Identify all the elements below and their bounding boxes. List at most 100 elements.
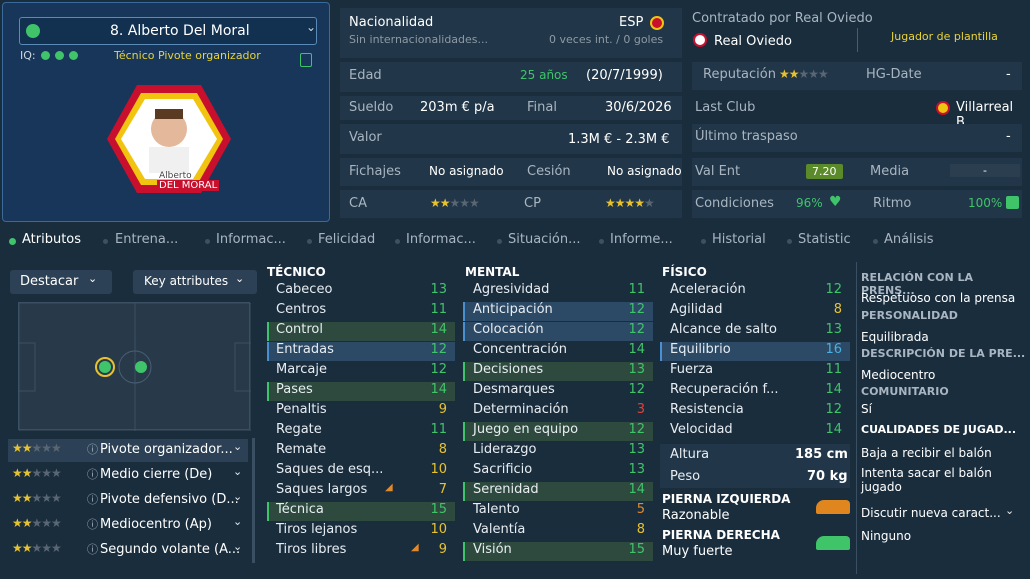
technical-header: TÉCNICO: [267, 265, 326, 279]
age-value: 25 años: [520, 68, 568, 82]
iq-dot-icon: [55, 51, 64, 60]
attr-name: Fuerza: [670, 362, 714, 377]
ca-stars-icon: ★★★★★: [430, 196, 480, 210]
attr-name: Decisiones: [473, 362, 544, 377]
info-icon[interactable]: ⓘ: [87, 491, 98, 507]
role-name: Mediocentro (Ap): [100, 517, 212, 532]
attr-name: Recuperación f...: [670, 382, 779, 397]
condition-label: Condiciones: [695, 196, 774, 211]
highlight-dropdown[interactable]: Destacar ⌄: [10, 270, 112, 294]
right-foot-label: PIERNA DERECHA: [662, 528, 780, 542]
role-item-selected[interactable]: ★★★★★ ⓘ Pivote organizador... ⌄: [8, 439, 248, 462]
physical-header: FÍSICO: [662, 265, 707, 279]
last-transfer-value: -: [1006, 129, 1011, 144]
personality-value: Equilibrada: [861, 330, 929, 344]
tab-entrenamiento[interactable]: Entrena...: [115, 232, 178, 247]
role-item[interactable]: ★★★★★ ⓘ Mediocentro (Ap) ⌄: [8, 514, 248, 537]
tab-situacion[interactable]: Situación...: [508, 232, 581, 247]
attr-name: Visión: [473, 542, 512, 557]
discuss-traits-dropdown[interactable]: Discutir nueva caract... ⌄: [858, 504, 1024, 524]
info-icon[interactable]: ⓘ: [87, 441, 98, 457]
attr-value: 16: [825, 342, 842, 357]
left-foot-label: PIERNA IZQUIERDA: [662, 492, 791, 506]
attr-value: 3: [636, 402, 645, 417]
attr-name: Saques largos: [276, 482, 368, 497]
spain-flag-icon: [650, 16, 664, 30]
valent-label: Val Ent: [695, 164, 741, 179]
wage-row: Sueldo 203m € p/a Final 30/6/2026: [340, 96, 682, 120]
iq-dot-icon: [41, 51, 50, 60]
attr-name: Liderazgo: [473, 442, 537, 457]
media-label: Media: [870, 164, 910, 179]
tab-atributos[interactable]: Atributos: [22, 232, 81, 247]
club-name[interactable]: Real Oviedo: [714, 34, 792, 49]
info-icon[interactable]: ⓘ: [87, 466, 98, 482]
tab-dot-icon: [873, 239, 878, 244]
left-foot-value: Razonable: [662, 508, 730, 523]
attr-value: 9: [438, 402, 447, 417]
player-profile-card: 8. Alberto Del Moral ⌄ IQ: Técnico Pivot…: [2, 2, 330, 222]
role-item[interactable]: ★★★★★ ⓘ Pivote defensivo (D... ⌄: [8, 489, 248, 512]
attr-name: Determinación: [473, 402, 569, 417]
attr-name: Velocidad: [670, 422, 733, 437]
mental-header: MENTAL: [465, 265, 520, 279]
attr-value: 12: [430, 362, 447, 377]
player-name-selector[interactable]: 8. Alberto Del Moral ⌄: [19, 17, 317, 45]
attr-name: Equilibrio: [670, 342, 731, 357]
chevron-down-icon[interactable]: ⌄: [233, 465, 242, 478]
role-stars-icon: ★★★★★: [12, 491, 62, 505]
chevron-down-icon: ⌄: [88, 272, 98, 285]
role-item[interactable]: ★★★★★ ⓘ Medio cierre (De) ⌄: [8, 464, 248, 487]
tab-historial[interactable]: Historial: [712, 232, 766, 247]
tab-informacion[interactable]: Informac...: [216, 232, 286, 247]
attr-name: Sacrificio: [473, 462, 533, 477]
attr-name: Pases: [276, 382, 313, 397]
community-value: Sí: [861, 402, 872, 416]
player-badge: Alberto DEL MORAL: [103, 81, 235, 199]
attr-value: 14: [825, 422, 842, 437]
attr-value: 8: [833, 302, 842, 317]
attr-name: Colocación: [473, 322, 544, 337]
chevron-down-icon[interactable]: ⌄: [233, 490, 242, 503]
last-club-label: Last Club: [695, 100, 756, 115]
tab-analisis[interactable]: Análisis: [884, 232, 933, 247]
info-icon[interactable]: ⓘ: [87, 516, 98, 532]
attr-name: Cabeceo: [276, 282, 333, 297]
role-item[interactable]: ★★★★★ ⓘ Segundo volante (A... ⌄: [8, 539, 248, 562]
attr-value: 12: [628, 382, 645, 397]
condition-row: Condiciones 96% ♥ Ritmo 100%: [692, 190, 1022, 218]
attr-name: Técnica: [276, 502, 324, 517]
clipboard-icon[interactable]: [300, 53, 312, 67]
value-amount: 1.3M € - 2.3M €: [568, 132, 670, 147]
role-list-scrollbar[interactable]: [252, 438, 255, 563]
chevron-down-icon[interactable]: ⌄: [233, 515, 242, 528]
attr-name: Agilidad: [670, 302, 723, 317]
attr-value: 11: [430, 302, 447, 317]
tab-dot-icon: [497, 239, 502, 244]
active-tab-dot-icon: [9, 238, 16, 245]
wage-label: Sueldo: [349, 100, 394, 115]
contract-end-label: Final: [527, 100, 557, 115]
tab-felicidad[interactable]: Felicidad: [318, 232, 375, 247]
info-icon[interactable]: ⓘ: [87, 541, 98, 557]
role-stars-icon: ★★★★★: [12, 466, 62, 480]
position-pitch: [18, 302, 252, 432]
discuss-traits-label: Discutir nueva caract...: [861, 506, 1001, 520]
weight-label: Peso: [670, 469, 701, 484]
tab-statistic[interactable]: Statistic: [798, 232, 851, 247]
key-attributes-dropdown[interactable]: Key attributes ⌄: [133, 270, 257, 294]
attr-value: 14: [430, 382, 447, 397]
loan-value: No asignado: [607, 164, 682, 178]
tab-informacion-2[interactable]: Informac...: [406, 232, 476, 247]
chevron-down-icon[interactable]: ⌄: [306, 20, 316, 34]
attr-name: Entradas: [276, 342, 334, 357]
attr-value: 11: [430, 422, 447, 437]
chevron-down-icon[interactable]: ⌄: [233, 440, 242, 453]
tab-informe[interactable]: Informe...: [610, 232, 673, 247]
role-name: Segundo volante (A...: [100, 542, 241, 557]
attr-value: 11: [628, 282, 645, 297]
attr-value: 13: [628, 362, 645, 377]
key-attributes-label: Key attributes: [144, 274, 229, 288]
chevron-down-icon[interactable]: ⌄: [233, 540, 242, 553]
attr-value: 12: [825, 402, 842, 417]
